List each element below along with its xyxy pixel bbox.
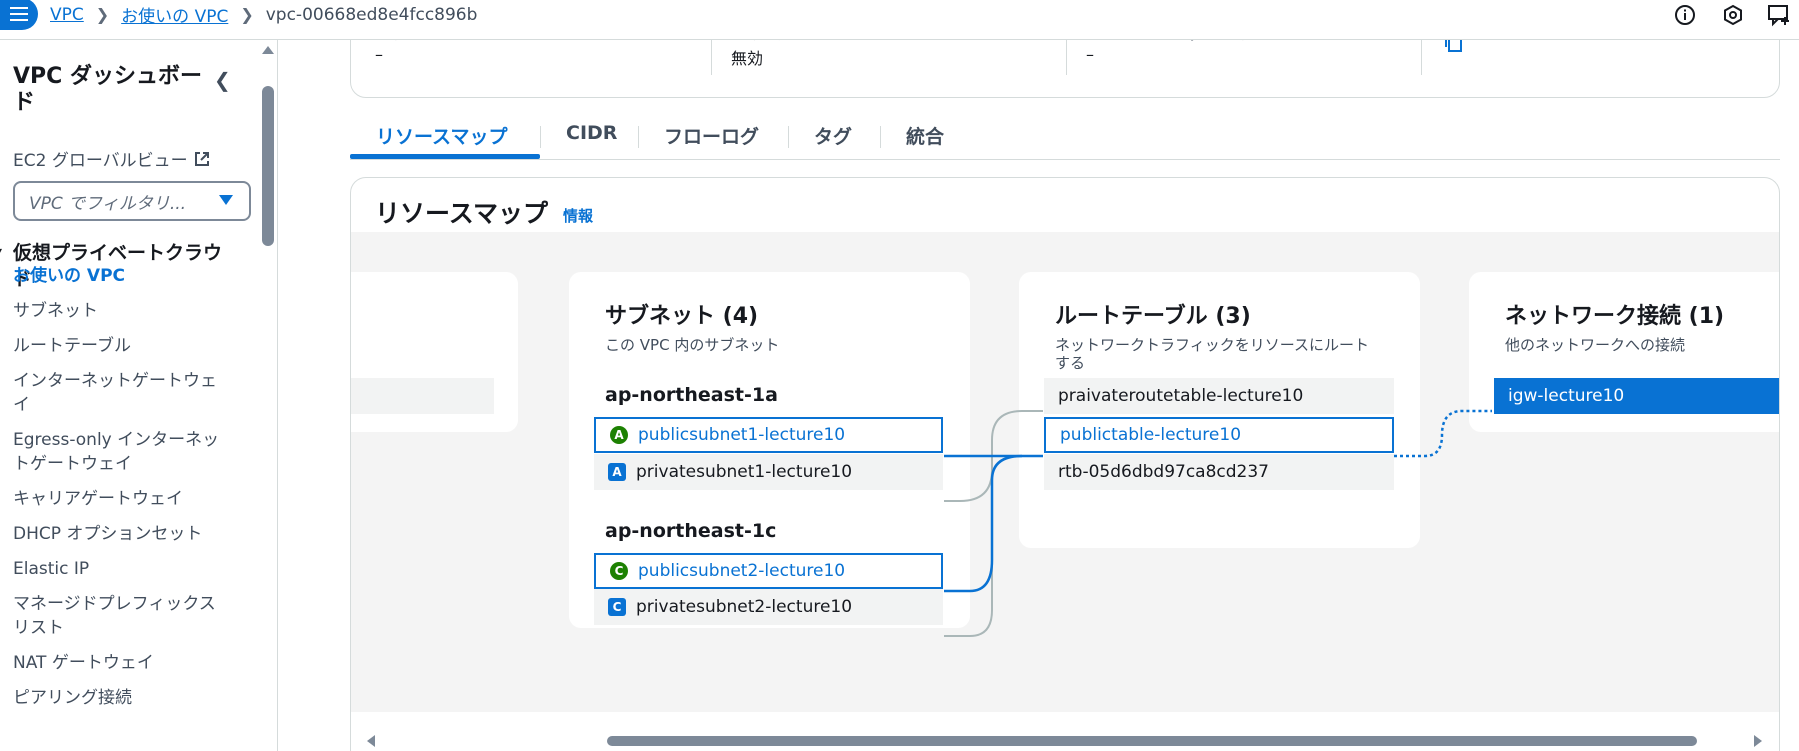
external-link-icon <box>194 151 209 166</box>
tab-divider <box>788 126 789 148</box>
sidebar-item-your-vpcs[interactable]: お使いの VPC <box>13 264 233 288</box>
sidebar-scrollbar[interactable] <box>262 86 274 246</box>
subnet-label: privatesubnet1-lecture10 <box>636 462 853 482</box>
caret-down-icon <box>219 195 233 205</box>
ec2-global-view-label: EC2 グローバルビュー <box>13 151 188 171</box>
tab-tags[interactable]: タグ <box>814 122 852 149</box>
menu-button[interactable] <box>0 0 38 30</box>
vpc-filter-placeholder: VPC でフィルタリ... <box>29 193 187 214</box>
vpc-column-card <box>351 272 518 432</box>
breadcrumb-your-vpcs[interactable]: お使いの VPC <box>121 2 228 27</box>
subnet-label: privatesubnet2-lecture10 <box>636 597 853 617</box>
sidebar-title: VPC ダッシュボード <box>13 64 202 115</box>
detail-value: – <box>1086 45 1094 64</box>
tab-integrations[interactable]: 統合 <box>906 122 944 149</box>
vpc-item[interactable] <box>351 378 494 414</box>
sidebar-item-peering-connections[interactable]: ピアリング接続 <box>13 686 233 710</box>
sidebar-item-egress-only-igw[interactable]: Egress-only インターネットゲートウェイ <box>13 428 231 476</box>
tab-cidr[interactable]: CIDR <box>566 122 617 144</box>
subnets-card: サブネット (4) この VPC 内のサブネット ap-northeast-1a… <box>569 272 970 628</box>
az-heading: ap-northeast-1c <box>605 520 777 542</box>
top-navigation-bar: VPC ❯ お使いの VPC ❯ vpc-00668ed8e4fcc896b <box>0 0 1799 40</box>
info-link[interactable]: 情報 <box>563 205 593 226</box>
subnet-item[interactable]: C privatesubnet2-lecture10 <box>594 589 943 625</box>
feedback-icon[interactable] <box>1766 2 1792 28</box>
ec2-global-view-link[interactable]: EC2 グローバルビュー <box>13 146 210 171</box>
tab-divider <box>880 126 881 148</box>
sidebar-item-elastic-ip[interactable]: Elastic IP <box>13 557 233 581</box>
route-table-item[interactable]: rtb-05d6dbd97ca8cd237 <box>1044 454 1394 490</box>
scroll-left-arrow[interactable] <box>367 735 375 747</box>
section-expand-icon[interactable]: ▾ <box>0 244 2 258</box>
subnet-item[interactable]: A publicsubnet1-lecture10 <box>594 417 943 453</box>
resource-map-horizontal-scrollbar[interactable] <box>367 734 1762 748</box>
network-title: ネットワーク接続 (1) <box>1505 304 1725 329</box>
network-item[interactable]: igw-lecture10 <box>1494 378 1779 414</box>
info-icon[interactable] <box>1672 2 1698 28</box>
breadcrumb-current: vpc-00668ed8e4fcc896b <box>265 4 478 25</box>
scrollbar-thumb[interactable] <box>607 736 1697 746</box>
chevron-right-icon: ❯ <box>240 5 254 24</box>
tab-divider <box>638 126 639 148</box>
az-badge: A <box>610 426 628 444</box>
sidebar-item-carrier-gateways[interactable]: キャリアゲートウェイ <box>13 487 233 511</box>
az-badge: C <box>610 562 628 580</box>
settings-hex-icon[interactable] <box>1720 2 1746 28</box>
sidebar: VPC ダッシュボード ❮ EC2 グローバルビュー VPC でフィルタリ...… <box>0 40 278 751</box>
subnet-label: publicsubnet1-lecture10 <box>638 425 846 445</box>
subnets-title: サブネット (4) <box>605 304 759 329</box>
resource-map-title: リソースマップ <box>375 199 549 228</box>
scroll-right-arrow[interactable] <box>1754 735 1762 747</box>
tab-flow-logs[interactable]: フローログ <box>664 122 759 149</box>
route-table-item[interactable]: praivateroutetable-lecture10 <box>1044 378 1394 414</box>
subnets-subtitle: この VPC 内のサブネット <box>605 336 780 354</box>
az-badge: A <box>608 463 626 481</box>
tab-resource-map[interactable]: リソースマップ <box>376 122 507 149</box>
sidebar-item-subnets[interactable]: サブネット <box>13 299 233 323</box>
az-heading: ap-northeast-1a <box>605 384 778 406</box>
az-badge: C <box>608 598 626 616</box>
route-tables-card: ルートテーブル (3) ネットワークトラフィックをリソースにルートする prai… <box>1019 272 1420 548</box>
vpc-detail-tabs: リソースマップ CIDR フローログ タグ 統合 <box>350 116 1780 160</box>
route-tables-title: ルートテーブル (3) <box>1055 304 1251 329</box>
route-tables-subtitle: ネットワークトラフィックをリソースにルートする <box>1055 336 1369 372</box>
sidebar-item-route-tables[interactable]: ルートテーブル <box>13 334 233 358</box>
breadcrumb: VPC ❯ お使いの VPC ❯ vpc-00668ed8e4fcc896b <box>50 2 478 28</box>
sidebar-item-managed-prefix-lists[interactable]: マネージドプレフィックスリスト <box>13 592 231 640</box>
sidebar-item-dhcp-options[interactable]: DHCP オプションセット <box>13 522 233 546</box>
collapse-sidebar-icon[interactable]: ❮ <box>214 68 231 92</box>
route-table-item[interactable]: publictable-lecture10 <box>1044 417 1394 453</box>
detail-value: – <box>375 45 383 64</box>
network-connections-card: ネットワーク接続 (1) 他のネットワークへの接続 igw-lecture10 <box>1469 272 1779 432</box>
subnet-item[interactable]: C publicsubnet2-lecture10 <box>594 553 943 589</box>
sidebar-scroll-up-arrow[interactable] <box>262 46 274 54</box>
sidebar-item-internet-gateways[interactable]: インターネットゲートウェイ <box>13 369 231 417</box>
network-subtitle: 他のネットワークへの接続 <box>1505 336 1686 354</box>
breadcrumb-vpc[interactable]: VPC <box>50 5 84 25</box>
chevron-right-icon: ❯ <box>95 5 110 24</box>
resource-map-card: リソースマップ 情報 サブネット (4) この VPC 内のサブネット ap-n… <box>350 177 1780 751</box>
sidebar-item-nat-gateways[interactable]: NAT ゲートウェイ <box>13 651 233 675</box>
detail-value: 無効 <box>731 49 764 68</box>
subnet-item[interactable]: A privatesubnet1-lecture10 <box>594 454 943 490</box>
resource-map-canvas[interactable]: サブネット (4) この VPC 内のサブネット ap-northeast-1a… <box>351 232 1779 712</box>
subnet-label: publicsubnet2-lecture10 <box>638 561 846 581</box>
tab-divider <box>540 126 541 148</box>
vpc-filter-select[interactable]: VPC でフィルタリ... <box>13 181 251 221</box>
active-tab-indicator <box>350 154 540 159</box>
hamburger-icon <box>10 7 28 21</box>
